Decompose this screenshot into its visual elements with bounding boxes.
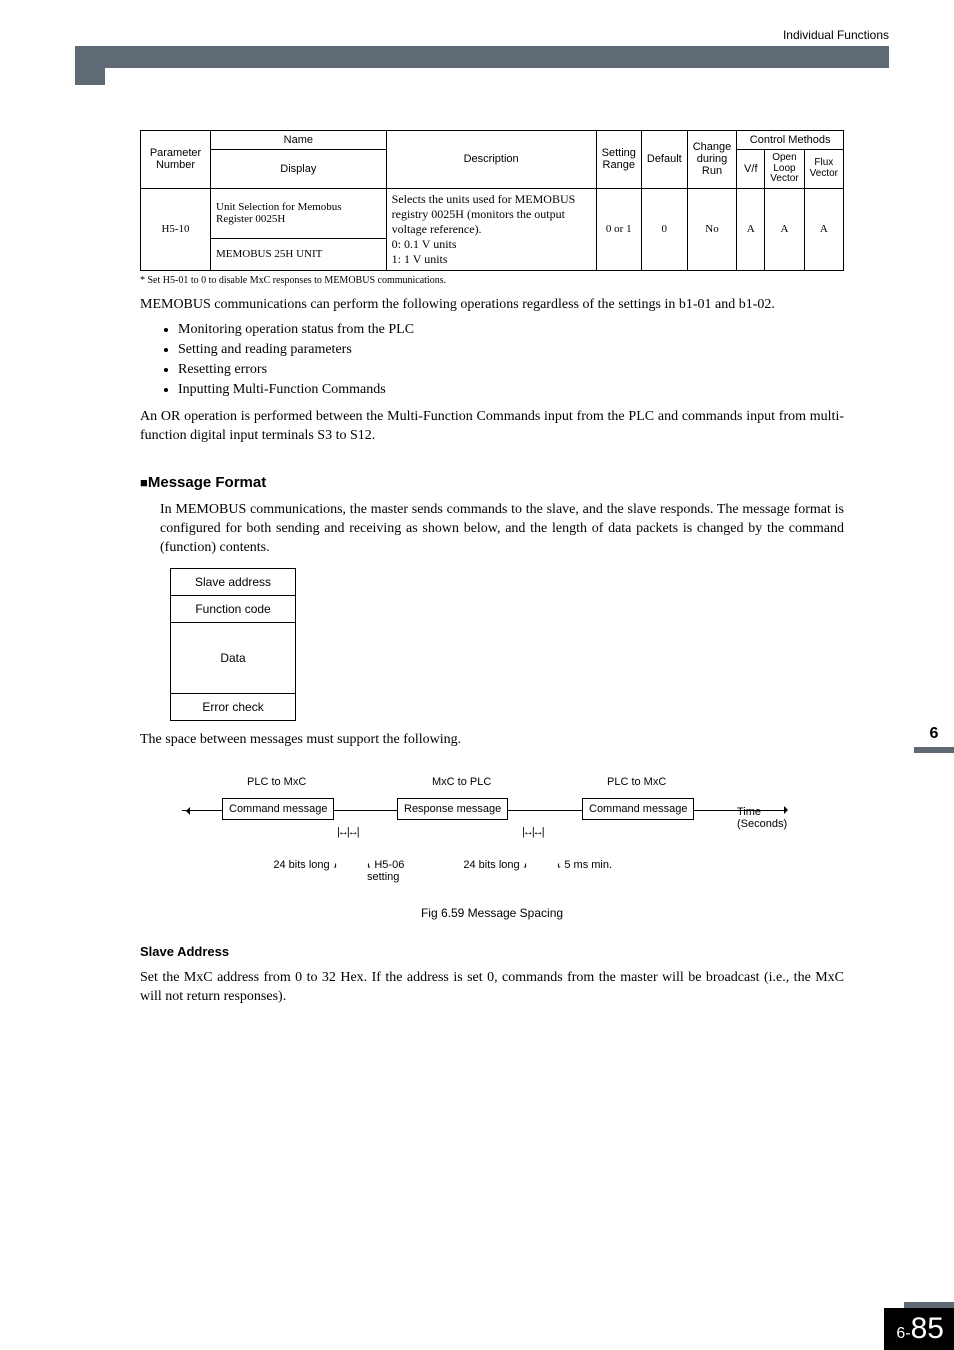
heading-slave-address: Slave Address [140, 944, 844, 959]
cell-flux: A [804, 188, 843, 270]
desc-line: 1: 1 V units [392, 252, 448, 266]
th-default: Default [641, 131, 687, 189]
message-spacing-diagram: PLC to MxC MxC to PLC PLC to MxC Command… [182, 770, 802, 920]
paragraph: The space between messages must support … [140, 731, 844, 750]
cell-olv: A [765, 188, 804, 270]
th-flux: Flux Vector [804, 150, 843, 189]
th-description: Description [386, 131, 596, 189]
header-stripe [75, 46, 889, 68]
page-chapter: 6- [896, 1325, 910, 1342]
callout-24bits-2: 24 bits long ⸥ [427, 858, 527, 871]
chapter-side-tab: 6 [914, 725, 954, 755]
chapter-number: 6 [914, 725, 954, 743]
paragraph: In MEMOBUS communications, the master se… [160, 501, 844, 558]
paragraph: Set the MxC address from 0 to 32 Hex. If… [140, 969, 844, 1007]
msg-slave-address: Slave address [171, 568, 296, 595]
list-item: Inputting Multi-Function Commands [178, 382, 844, 398]
section-title: Individual Functions [783, 28, 889, 42]
th-setting-range: Setting Range [596, 131, 641, 189]
side-tab-bar [914, 747, 954, 753]
cell-range: 0 or 1 [596, 188, 641, 270]
message-format-table: Slave address Function code Data Error c… [170, 568, 296, 721]
heading-message-format: ■Message Format [140, 474, 844, 491]
paragraph: MEMOBUS communications can perform the f… [140, 296, 844, 315]
square-bullet-icon: ■ [140, 475, 148, 490]
callout-h506: ⸤ H5-06 setting [367, 858, 427, 883]
cell-display: MEMOBUS 25H UNIT [211, 239, 387, 270]
page-number: 6-85 [884, 1302, 954, 1350]
table-row: H5-10 Unit Selection for Memobus Registe… [141, 188, 844, 239]
cell-vf: A [737, 188, 765, 270]
list-item: Setting and reading parameters [178, 342, 844, 358]
th-display: Display [211, 150, 387, 189]
dg-label-plc-to-mxc: PLC to MxC [247, 776, 306, 788]
dg-box-command-2: Command message [582, 798, 694, 820]
page-number-box: 6-85 [884, 1308, 954, 1350]
gap-marker: |↔|↔| [337, 826, 358, 838]
dg-box-response: Response message [397, 798, 508, 820]
heading-text: Message Format [148, 474, 266, 491]
desc-line: Selects the units used for MEMOBUS regis… [392, 192, 576, 236]
parameter-table: Parameter Number Name Description Settin… [140, 130, 844, 271]
page-header: Individual Functions [75, 30, 889, 70]
list-item: Resetting errors [178, 362, 844, 378]
bullet-list: Monitoring operation status from the PLC… [178, 322, 844, 398]
table-footnote: * Set H5-01 to 0 to disable MxC response… [140, 275, 844, 286]
callout-5ms: ⸤ 5 ms min. [557, 858, 612, 871]
th-open-loop: Open Loop Vector [765, 150, 804, 189]
msg-error-check: Error check [171, 693, 296, 720]
list-item: Monitoring operation status from the PLC [178, 322, 844, 338]
dg-time-label: Time (Seconds) [737, 806, 802, 830]
figure-caption: Fig 6.59 Message Spacing [182, 906, 802, 920]
th-control-methods: Control Methods [737, 131, 844, 150]
page-content: Parameter Number Name Description Settin… [140, 130, 844, 1007]
cell-param-no: H5-10 [141, 188, 211, 270]
cell-name: Unit Selection for Memobus Register 0025… [211, 188, 387, 239]
cell-change: No [687, 188, 737, 270]
th-name: Name [211, 131, 387, 150]
page-index: 85 [911, 1312, 944, 1345]
dg-label-plc-to-mxc-2: PLC to MxC [607, 776, 666, 788]
dg-box-command-1: Command message [222, 798, 334, 820]
th-change: Change during Run [687, 131, 737, 189]
msg-function-code: Function code [171, 595, 296, 622]
paragraph: An OR operation is performed between the… [140, 408, 844, 446]
gap-marker: |↔|↔| [522, 826, 543, 838]
cell-default: 0 [641, 188, 687, 270]
callout-24bits-1: 24 bits long ⸥ [227, 858, 337, 871]
dg-label-mxc-to-plc: MxC to PLC [432, 776, 491, 788]
desc-line: 0: 0.1 V units [392, 237, 457, 251]
th-vf: V/f [737, 150, 765, 189]
header-tab [75, 63, 105, 85]
msg-data: Data [171, 622, 296, 693]
cell-description: Selects the units used for MEMOBUS regis… [386, 188, 596, 270]
th-param-no: Parameter Number [141, 131, 211, 189]
